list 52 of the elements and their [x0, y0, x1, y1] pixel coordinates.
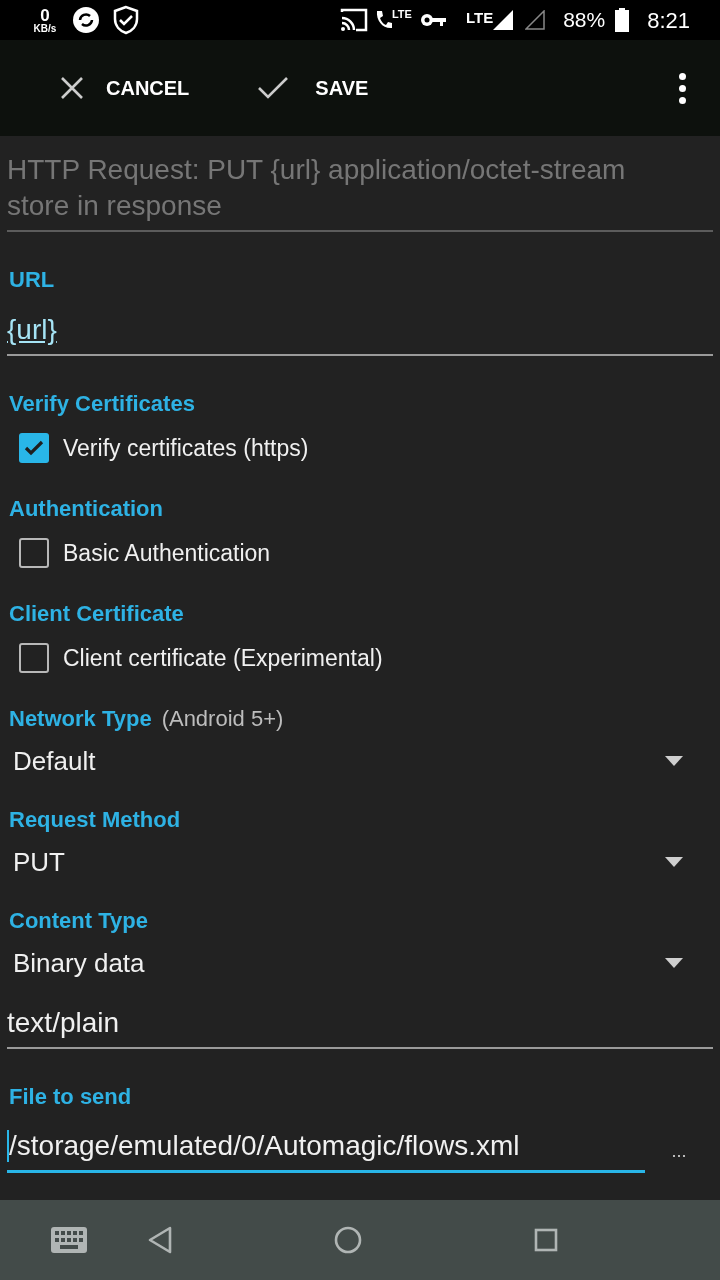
section-label: Client Certificate	[9, 599, 184, 628]
text-field[interactable]: /storage/emulated/0/Automagic/flows.xml	[7, 1119, 645, 1173]
field-value: {url}	[7, 313, 57, 347]
section-label: Request Method	[9, 805, 181, 834]
checkbox[interactable]	[19, 433, 49, 463]
text-cursor	[7, 1130, 9, 1162]
section-label: Authentication	[9, 494, 163, 523]
section-label: URL	[9, 265, 55, 294]
check-icon	[257, 76, 290, 100]
keyboard-icon[interactable]	[51, 1227, 87, 1253]
text-field[interactable]: text/plain	[7, 995, 713, 1049]
speed-unit: KB/s	[33, 23, 57, 34]
section-label: Network Type	[9, 704, 152, 733]
sync-icon	[72, 6, 100, 34]
battery-percent: 88%	[563, 7, 606, 34]
text-field[interactable]: {url}	[7, 302, 713, 356]
clock: 8:21	[647, 6, 690, 35]
dropdown-caret-icon	[665, 857, 683, 867]
empty-signal-icon	[525, 10, 546, 30]
shield-icon	[112, 5, 140, 35]
checkbox[interactable]	[19, 643, 49, 673]
cast-icon	[339, 8, 368, 32]
key-icon	[419, 12, 448, 28]
signal-icon	[493, 10, 514, 30]
dropdown[interactable]: Binary data	[7, 943, 713, 983]
dropdown[interactable]: Default	[7, 741, 713, 781]
checkbox-label: Client certificate (Experimental)	[63, 643, 383, 673]
field-value: /storage/emulated/0/Automagic/flows.xml	[9, 1129, 520, 1163]
checkbox-label: Verify certificates (https)	[63, 433, 309, 463]
cancel-button[interactable]: CANCEL	[50, 58, 200, 118]
volte-label: LTE	[391, 9, 412, 20]
name-field[interactable]: HTTP Request: PUT {url} application/octet-stream store in response	[7, 136, 713, 232]
back-icon[interactable]	[148, 1226, 172, 1254]
network-speed: 0	[40, 6, 50, 24]
section-label: File to send	[9, 1082, 132, 1111]
dropdown-caret-icon	[665, 756, 683, 766]
dropdown-caret-icon	[665, 958, 683, 968]
checkbox-label: Basic Authentication	[63, 538, 271, 568]
save-button[interactable]: SAVE	[247, 58, 379, 118]
battery-icon	[615, 8, 630, 32]
home-icon[interactable]	[334, 1226, 362, 1254]
name-placeholder: HTTP Request: PUT {url} application/octet-stream store in response	[7, 154, 626, 221]
network-type: LTE	[465, 8, 494, 28]
section-note: (Android 5+)	[161, 704, 284, 733]
close-icon	[60, 76, 84, 100]
section-label: Content Type	[9, 906, 148, 935]
checkbox[interactable]	[19, 538, 49, 568]
dropdown[interactable]: PUT	[7, 842, 713, 882]
section-label: Verify Certificates	[9, 389, 195, 418]
recents-icon[interactable]	[534, 1228, 558, 1252]
browse-button[interactable]: ...	[645, 1119, 713, 1173]
field-value: text/plain	[7, 1006, 120, 1040]
